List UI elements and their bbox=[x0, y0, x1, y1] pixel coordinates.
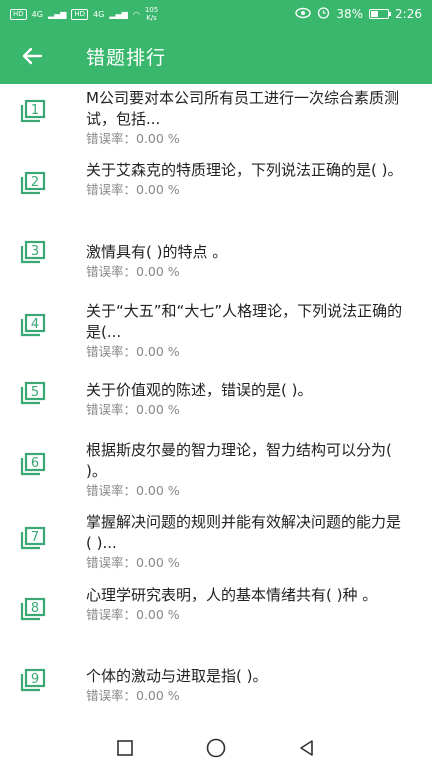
arrow-left-icon bbox=[22, 47, 43, 65]
number-2-icon: 2 bbox=[20, 171, 46, 195]
question-title: 激情具有( )的特点 。 bbox=[86, 243, 228, 261]
net-speed: 105 K/s bbox=[145, 6, 158, 22]
item-text: 心理学研究表明，人的基本情绪共有( )种 。 错误率：0.00 % bbox=[86, 585, 404, 624]
list-item[interactable]: 7 掌握解决问题的规则并能有效解决问题的能力是( )... 错误率：0.00 % bbox=[0, 512, 432, 584]
question-title: 根据斯皮尔曼的智力理论，智力结构可以分为( )。 bbox=[86, 441, 392, 480]
number-label: 5 bbox=[31, 385, 39, 400]
app-bar: 错题排行 bbox=[0, 28, 432, 84]
battery-icon bbox=[369, 9, 392, 19]
item-text: 关于“大五”和“大七”人格理论，下列说法正确的是(... 错误率：0.00 % bbox=[86, 301, 404, 361]
triangle-back-icon bbox=[299, 740, 313, 756]
item-text: 关于艾森克的特质理论，下列说法正确的是( )。 错误率：0.00 % bbox=[86, 160, 404, 199]
error-rate: 错误率：0.00 % bbox=[86, 483, 180, 498]
net-speed-unit: K/s bbox=[146, 14, 157, 22]
list-item[interactable]: 3 激情具有( )的特点 。 错误率：0.00 % bbox=[0, 236, 432, 300]
recent-apps-button[interactable] bbox=[105, 728, 145, 768]
number-3-icon: 3 bbox=[20, 240, 46, 264]
question-title: 关于“大五”和“大七”人格理论，下列说法正确的是(... bbox=[86, 302, 403, 341]
home-button[interactable] bbox=[196, 728, 236, 768]
list-item[interactable]: 9 个体的激动与进取是指( )。 错误率：0.00 % bbox=[0, 660, 432, 724]
eye-icon bbox=[295, 7, 312, 22]
signal-icon: ▂▄▆ bbox=[47, 9, 67, 19]
error-rate: 错误率：0.00 % bbox=[86, 688, 180, 703]
item-text: 个体的激动与进取是指( )。 错误率：0.00 % bbox=[86, 666, 404, 705]
item-text: 掌握解决问题的规则并能有效解决问题的能力是( )... 错误率：0.00 % bbox=[86, 512, 404, 572]
number-label: 3 bbox=[31, 244, 39, 259]
number-label: 6 bbox=[31, 456, 39, 471]
list-item[interactable]: 1 M公司要对本公司所有员工进行一次综合素质测试，包括... 错误率：0.00 … bbox=[0, 84, 432, 156]
number-label: 9 bbox=[31, 672, 39, 687]
number-9-icon: 9 bbox=[20, 668, 46, 692]
number-5-icon: 5 bbox=[20, 381, 46, 405]
item-text: 激情具有( )的特点 。 错误率：0.00 % bbox=[86, 242, 404, 281]
status-right: 38% 2:26 bbox=[295, 6, 422, 22]
number-6-icon: 6 bbox=[20, 452, 46, 476]
system-nav-bar bbox=[0, 728, 432, 768]
sim2-badge: HD bbox=[71, 8, 89, 20]
error-rate: 错误率：0.00 % bbox=[86, 607, 180, 622]
question-title: 掌握解决问题的规则并能有效解决问题的能力是( )... bbox=[86, 513, 402, 552]
number-8-icon: 8 bbox=[20, 597, 46, 621]
alarm-icon bbox=[317, 6, 330, 22]
question-title: 关于价值观的陈述，错误的是( )。 bbox=[86, 381, 313, 399]
item-text: M公司要对本公司所有员工进行一次综合素质测试，包括... 错误率：0.00 % bbox=[86, 88, 404, 148]
number-label: 7 bbox=[31, 530, 39, 545]
back-button[interactable] bbox=[4, 28, 60, 84]
question-title: M公司要对本公司所有员工进行一次综合素质测试，包括... bbox=[86, 89, 399, 128]
nav-back-button[interactable] bbox=[287, 728, 327, 768]
net-speed-value: 105 bbox=[144, 6, 159, 14]
number-4-icon: 4 bbox=[20, 313, 46, 337]
network2-label: 4G bbox=[93, 9, 105, 19]
error-rate: 错误率：0.00 % bbox=[86, 344, 180, 359]
number-label: 8 bbox=[31, 601, 39, 616]
error-rate: 错误率：0.00 % bbox=[86, 402, 180, 417]
signal-icon-2: ▂▄▆ bbox=[109, 9, 128, 19]
list-item[interactable]: 2 关于艾森克的特质理论，下列说法正确的是( )。 错误率：0.00 % bbox=[0, 156, 432, 236]
clock: 2:26 bbox=[395, 7, 422, 21]
list-item[interactable]: 5 关于价值观的陈述，错误的是( )。 错误率：0.00 % bbox=[0, 372, 432, 428]
square-icon bbox=[117, 740, 134, 756]
number-label: 1 bbox=[31, 103, 39, 118]
sim1-badge: HD bbox=[10, 8, 27, 20]
number-label: 2 bbox=[31, 175, 39, 190]
question-title: 关于艾森克的特质理论，下列说法正确的是( )。 bbox=[86, 161, 403, 179]
network1-label: 4G bbox=[31, 9, 43, 19]
number-7-icon: 7 bbox=[20, 526, 46, 550]
status-left: HD 4G ▂▄▆ HD 4G ▂▄▆ ◠ 105 K/s bbox=[10, 6, 158, 22]
wifi-icon: ◠ bbox=[132, 9, 140, 19]
circle-icon bbox=[206, 738, 226, 758]
error-rate: 错误率：0.00 % bbox=[86, 131, 180, 146]
list-item[interactable]: 4 关于“大五”和“大七”人格理论，下列说法正确的是(... 错误率：0.00 … bbox=[0, 300, 432, 364]
number-label: 4 bbox=[31, 317, 39, 332]
question-title: 心理学研究表明，人的基本情绪共有( )种 。 bbox=[86, 586, 378, 604]
question-title: 个体的激动与进取是指( )。 bbox=[86, 667, 268, 685]
error-rate: 错误率：0.00 % bbox=[86, 555, 180, 570]
list-item[interactable]: 6 根据斯皮尔曼的智力理论，智力结构可以分为( )。 错误率：0.00 % bbox=[0, 436, 432, 508]
error-rate: 错误率：0.00 % bbox=[86, 264, 180, 279]
battery-percent: 38% bbox=[336, 7, 364, 21]
status-bar: HD 4G ▂▄▆ HD 4G ▂▄▆ ◠ 105 K/s 38% 2:26 bbox=[0, 0, 432, 28]
item-text: 关于价值观的陈述，错误的是( )。 错误率：0.00 % bbox=[86, 380, 404, 419]
page-title: 错题排行 bbox=[86, 46, 167, 69]
item-text: 根据斯皮尔曼的智力理论，智力结构可以分为( )。 错误率：0.00 % bbox=[86, 440, 404, 500]
number-1-icon: 1 bbox=[20, 99, 46, 123]
list-item[interactable]: 8 心理学研究表明，人的基本情绪共有( )种 。 错误率：0.00 % bbox=[0, 584, 432, 656]
error-rate: 错误率：0.00 % bbox=[86, 182, 180, 197]
